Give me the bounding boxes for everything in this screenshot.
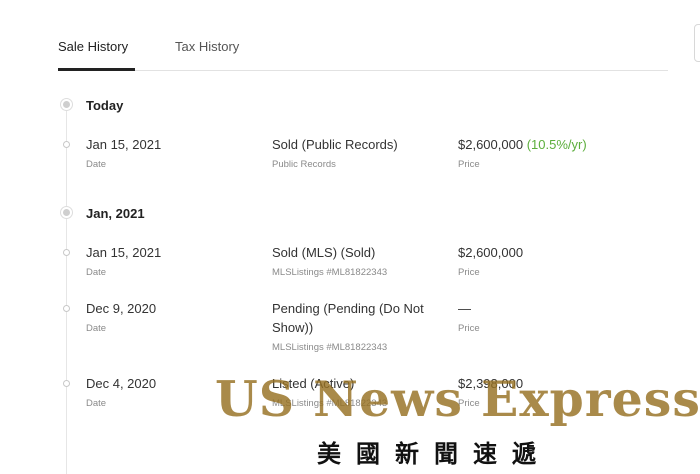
event-date: Dec 9, 2020 (86, 301, 157, 316)
history-tabs: Sale History Tax History (58, 30, 668, 71)
event-description: Sold (Public Records) (272, 137, 398, 152)
timeline-group-dot (61, 207, 72, 218)
side-panel-edge[interactable] (694, 24, 700, 62)
group-label-jan-2021: Jan, 2021 (86, 206, 145, 221)
event-date: Jan 15, 2021 (86, 245, 162, 260)
event-price-label: Price (458, 323, 480, 334)
timeline-group-dot (61, 99, 72, 110)
event-description: Pending (Pending (Do Not Show)) (272, 301, 424, 335)
timeline-event-dot (63, 305, 70, 312)
event-price-label: Price (458, 398, 480, 409)
event-price: $2,398,000 (458, 376, 524, 391)
event-description: Listed (Active) (272, 376, 355, 391)
event-price: — (458, 301, 471, 316)
group-label-today: Today (86, 98, 124, 113)
event-source: MLSListings #ML81822343 (272, 342, 388, 353)
timeline-event-dot (63, 141, 70, 148)
watermark-subtitle: 美國新聞速遞 (317, 440, 551, 468)
event-date-label: Date (86, 323, 107, 334)
event-price: $2,600,000 (458, 245, 524, 260)
event-price-label: Price (458, 159, 480, 170)
event-source: MLSListings #ML81822343 (272, 398, 388, 409)
event-price: $2,600,000 (458, 137, 524, 152)
event-date-label: Date (86, 159, 107, 170)
event-date: Jan 15, 2021 (86, 137, 162, 152)
price-change-rate: (10.5%/yr) (526, 137, 587, 152)
active-tab-indicator (58, 68, 135, 71)
tab-sale-history[interactable]: Sale History (58, 39, 128, 54)
event-price-row: $2,600,000 (10.5%/yr) (458, 135, 587, 154)
timeline-line (66, 104, 67, 474)
event-description: Sold (MLS) (Sold) (272, 245, 376, 260)
event-date: Dec 4, 2020 (86, 376, 157, 391)
event-source: MLSListings #ML81822343 (272, 267, 388, 278)
timeline-event-dot (63, 249, 70, 256)
event-date-label: Date (86, 398, 107, 409)
tab-tax-history[interactable]: Tax History (175, 39, 239, 54)
event-date-label: Date (86, 267, 107, 278)
event-source: Public Records (272, 159, 336, 170)
event-price-label: Price (458, 267, 480, 278)
timeline-event-dot (63, 380, 70, 387)
